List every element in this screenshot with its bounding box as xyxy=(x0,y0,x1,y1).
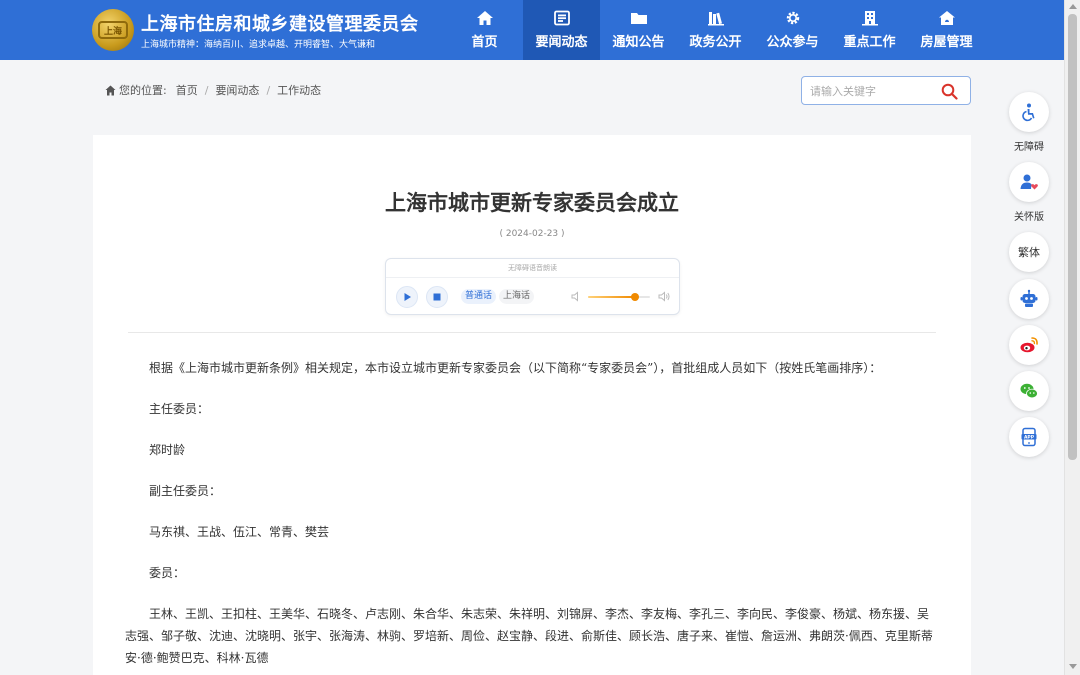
logo-mark: 上海 xyxy=(98,21,128,39)
weibo-icon xyxy=(1020,337,1038,353)
stop-icon xyxy=(433,293,441,301)
tool-circle: APP xyxy=(1009,417,1049,457)
tool-circle xyxy=(1009,162,1049,202)
nav-label: 房屋管理 xyxy=(920,35,973,50)
scroll-thumb[interactable] xyxy=(1068,14,1077,460)
page-scrollbar[interactable] xyxy=(1064,0,1080,675)
article-paragraph: 副主任委员： xyxy=(149,484,222,498)
tool-circle xyxy=(1009,279,1049,319)
article-card: 上海市城市更新专家委员会成立 ( 2024-02-23 ) 无障碍语音朗读 普通… xyxy=(93,135,971,675)
lang-mandarin-button[interactable]: 普通话 xyxy=(461,289,497,304)
nav-item-news[interactable]: 要闻动态 xyxy=(523,0,600,60)
nav-item-notices[interactable]: 通知公告 xyxy=(600,0,677,60)
breadcrumb-work-link[interactable]: 工作动态 xyxy=(277,82,321,98)
nav-label: 要闻动态 xyxy=(535,35,588,50)
stop-button[interactable] xyxy=(426,286,448,308)
search-icon[interactable] xyxy=(941,83,958,100)
volume-low-icon[interactable] xyxy=(571,291,582,302)
article-paragraph: 根据《上海市城市更新条例》相关规定，本市设立城市更新专家委员会（以下简称“专家委… xyxy=(149,361,882,375)
nav-item-home[interactable]: 首页 xyxy=(446,0,523,60)
building-icon xyxy=(861,11,878,26)
play-icon xyxy=(404,293,411,301)
nav-label: 公众参与 xyxy=(766,35,819,50)
accessibility-icon xyxy=(1022,103,1035,122)
news-icon xyxy=(553,10,570,26)
volume-high-icon[interactable] xyxy=(658,291,670,302)
scroll-up-arrow[interactable] xyxy=(1069,4,1077,9)
article-title: 上海市城市更新专家委员会成立 xyxy=(385,191,679,215)
article-paragraph: 马东祺、王战、伍江、常青、樊芸 xyxy=(149,525,330,539)
search-input[interactable] xyxy=(810,83,935,99)
svg-text:APP: APP xyxy=(1024,434,1035,440)
volume-fill xyxy=(588,296,635,298)
scroll-down-arrow[interactable] xyxy=(1069,664,1077,669)
breadcrumb-separator: / xyxy=(204,83,209,97)
nav-label: 政务公开 xyxy=(689,35,742,50)
traditional-chinese-text: 繁体 xyxy=(1009,232,1049,272)
divider xyxy=(128,332,936,333)
site-header: 上海 上海市住房和城乡建设管理委员会 上海城市精神：海纳百川、追求卓越、开明睿智… xyxy=(0,0,1064,60)
search-box xyxy=(801,76,971,105)
books-icon xyxy=(707,12,724,26)
wechat-icon xyxy=(1020,383,1038,399)
home-icon xyxy=(105,85,116,95)
nav-item-gov-info[interactable]: 政务公开 xyxy=(677,0,754,60)
volume-slider[interactable] xyxy=(588,293,650,301)
play-button[interactable] xyxy=(396,286,418,308)
home-icon xyxy=(476,11,493,25)
gear-icon xyxy=(786,11,799,25)
weibo-button[interactable] xyxy=(1008,325,1050,365)
lang-shanghainese-button[interactable]: 上海话 xyxy=(499,289,535,304)
wechat-button[interactable] xyxy=(1008,371,1050,411)
folder-icon xyxy=(630,13,647,24)
care-mode-icon xyxy=(1020,174,1038,190)
nav-label: 重点工作 xyxy=(843,35,896,50)
volume-knob[interactable] xyxy=(630,293,639,301)
site-title[interactable]: 上海市住房和城乡建设管理委员会 xyxy=(141,10,419,36)
app-button[interactable]: APP xyxy=(1008,417,1050,457)
tool-circle xyxy=(1009,371,1049,411)
breadcrumb-home-link[interactable]: 首页 xyxy=(176,82,198,98)
article-body: 根据《上海市城市更新条例》相关规定，本市设立城市更新专家委员会（以下简称“专家委… xyxy=(125,357,940,675)
tool-circle xyxy=(1009,325,1049,365)
traditional-chinese-button[interactable]: 繁体 xyxy=(1008,232,1050,272)
care-mode-button[interactable]: 关怀版 xyxy=(1008,162,1050,223)
article-date: ( 2024-02-23 ) xyxy=(499,229,565,239)
robot-icon xyxy=(1020,289,1038,307)
house-icon xyxy=(938,11,955,25)
accessibility-button[interactable]: 无障碍 xyxy=(1008,92,1050,153)
article-paragraph: 主任委员： xyxy=(149,402,210,416)
app-icon: APP xyxy=(1021,427,1037,447)
audio-player: 无障碍语音朗读 普通话 上海话 xyxy=(385,258,680,315)
article-paragraph: 郑时龄 xyxy=(149,443,186,457)
nav-item-housing[interactable]: 房屋管理 xyxy=(908,0,985,60)
nav-label: 通知公告 xyxy=(612,35,665,50)
breadcrumb-news-link[interactable]: 要闻动态 xyxy=(215,82,259,98)
site-slogan: 上海城市精神：海纳百川、追求卓越、开明睿智、大气谦和 xyxy=(141,40,376,50)
breadcrumb-prefix: 您的位置: xyxy=(119,84,167,97)
tool-label: 关怀版 xyxy=(1014,212,1044,223)
tool-label: 无障碍 xyxy=(1014,142,1044,153)
breadcrumb: 您的位置: 首页 / 要闻动态 / 工作动态 xyxy=(105,82,321,98)
site-logo[interactable]: 上海 xyxy=(92,9,134,51)
breadcrumb-separator: / xyxy=(266,83,271,97)
robot-button[interactable] xyxy=(1008,279,1050,319)
main-nav: 首页 要闻动态 通知公告 政务公开 公众参与 重点工作 房屋管理 xyxy=(446,0,985,60)
article-paragraph: 王林、王凯、王扣柱、王美华、石晓冬、卢志刚、朱合华、朱志荣、朱祥明、刘锦屏、李杰… xyxy=(125,607,933,665)
nav-item-participation[interactable]: 公众参与 xyxy=(754,0,831,60)
tool-circle xyxy=(1009,92,1049,132)
nav-label: 首页 xyxy=(471,35,498,50)
player-heading: 无障碍语音朗读 xyxy=(386,259,679,278)
article-paragraph: 委员： xyxy=(149,566,186,580)
nav-item-key-work[interactable]: 重点工作 xyxy=(831,0,908,60)
